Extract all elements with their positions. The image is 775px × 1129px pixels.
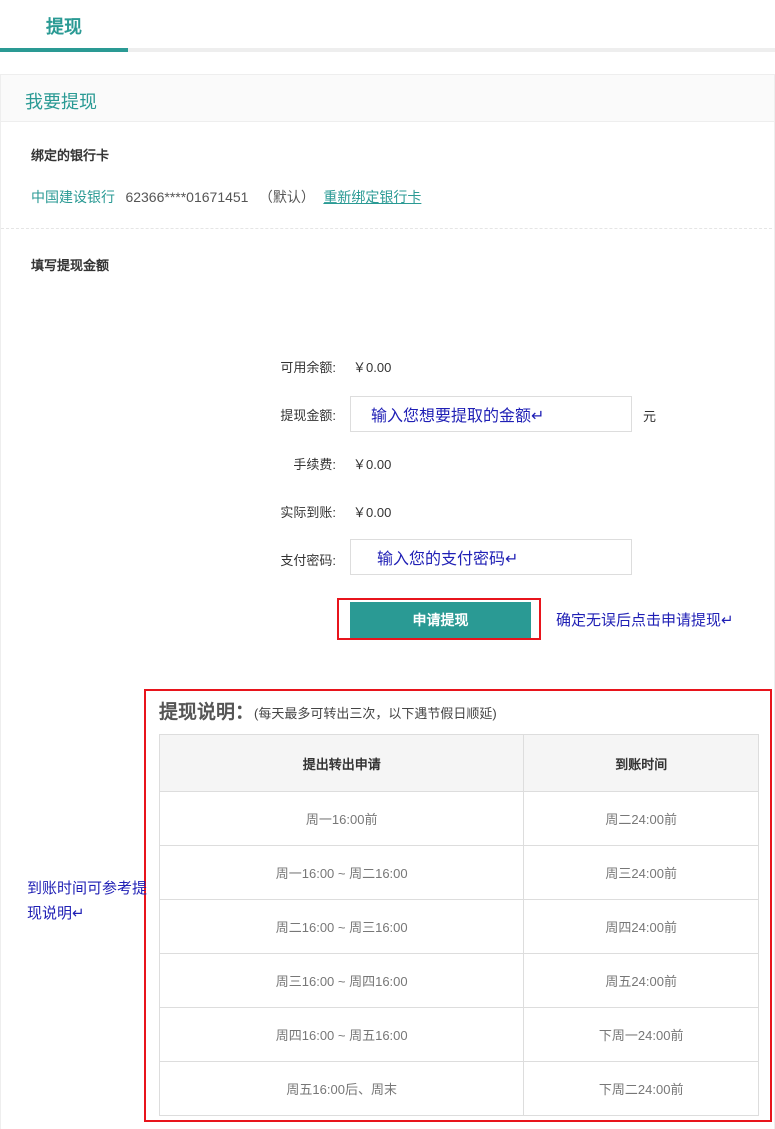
table-row: 周一16:00 ~ 周二16:00 周三24:00前 xyxy=(158,845,759,900)
withdraw-amount-label: 提现金额: xyxy=(280,408,336,423)
side-annotation: 到账时间可参考提现说明↵ xyxy=(27,879,148,922)
arrival-time-cell: 周五24:00前 xyxy=(523,953,759,1008)
table-row: 周五16:00后、周末 下周二24:00前 xyxy=(158,1061,759,1116)
tab-withdraw-label: 提现 xyxy=(46,17,82,37)
rules-subtitle: (每天最多可转出三次，以下遇节假日顺延) xyxy=(254,706,497,721)
table-row: 周四16:00 ~ 周五16:00 下周一24:00前 xyxy=(158,1007,759,1062)
bank-card-label: 绑定的银行卡 xyxy=(31,148,110,163)
rules-title: 提现说明： xyxy=(159,702,255,723)
table-row: 周二16:00 ~ 周三16:00 周四24:00前 xyxy=(158,899,759,954)
bank-name: 中国建设银行 xyxy=(31,189,115,205)
rebind-card-link[interactable]: 重新绑定银行卡 xyxy=(323,189,421,205)
section-header: 我要提现 xyxy=(0,74,775,122)
table-header-row: 提出转出申请 到账时间 xyxy=(158,734,759,792)
amount-section-label: 填写提现金额 xyxy=(31,258,110,273)
arrival-time-cell: 下周一24:00前 xyxy=(523,1007,759,1062)
submit-annotation: 确定无误后点击申请提现↵ xyxy=(556,611,734,629)
rules-heading: 提现说明：(每天最多可转出三次，以下遇节假日顺延) xyxy=(159,697,497,724)
default-badge: （默认） xyxy=(258,189,315,205)
rules-table: 提出转出申请 到账时间 周一16:00前 周二24:00前 周一16:00 ~ … xyxy=(158,734,759,1116)
bank-card-number: 62366****01671451 xyxy=(125,189,249,205)
arrival-time-cell: 下周二24:00前 xyxy=(523,1061,759,1116)
apply-withdraw-button[interactable]: 申请提现 xyxy=(350,602,531,638)
arrival-time-cell: 周二24:00前 xyxy=(523,791,759,846)
section-title: 我要提现 xyxy=(25,92,97,112)
apply-time-cell: 周四16:00 ~ 周五16:00 xyxy=(158,1007,525,1062)
arrival-time-cell: 周三24:00前 xyxy=(523,845,759,900)
arrival-time-cell: 周四24:00前 xyxy=(523,899,759,954)
pay-password-label: 支付密码: xyxy=(280,553,336,568)
fee-label: 手续费: xyxy=(293,457,336,472)
tab-active-underline xyxy=(0,48,128,52)
col-header-arrival: 到账时间 xyxy=(523,734,759,792)
available-balance-label: 可用余额: xyxy=(280,360,336,375)
bank-card-row: 中国建设银行 62366****01671451 （默认） 重新绑定银行卡 xyxy=(31,187,421,207)
apply-time-cell: 周二16:00 ~ 周三16:00 xyxy=(158,899,525,954)
withdraw-amount-input[interactable] xyxy=(350,396,632,432)
table-row: 周一16:00前 周二24:00前 xyxy=(158,791,759,846)
actual-amount-value: ￥0.00 xyxy=(353,505,392,520)
col-header-apply: 提出转出申请 xyxy=(158,734,525,792)
apply-time-cell: 周五16:00后、周末 xyxy=(158,1061,525,1116)
apply-time-cell: 周一16:00前 xyxy=(158,791,525,846)
actual-amount-label: 实际到账: xyxy=(280,505,336,520)
tab-withdraw[interactable]: 提现 xyxy=(0,0,128,52)
available-balance-value: ￥0.00 xyxy=(353,360,392,375)
fee-value: ￥0.00 xyxy=(353,457,392,472)
table-row: 周三16:00 ~ 周四16:00 周五24:00前 xyxy=(158,953,759,1008)
section-divider xyxy=(1,228,772,229)
pay-password-input[interactable] xyxy=(350,539,632,575)
amount-unit: 元 xyxy=(643,409,657,424)
apply-time-cell: 周三16:00 ~ 周四16:00 xyxy=(158,953,525,1008)
apply-time-cell: 周一16:00 ~ 周二16:00 xyxy=(158,845,525,900)
